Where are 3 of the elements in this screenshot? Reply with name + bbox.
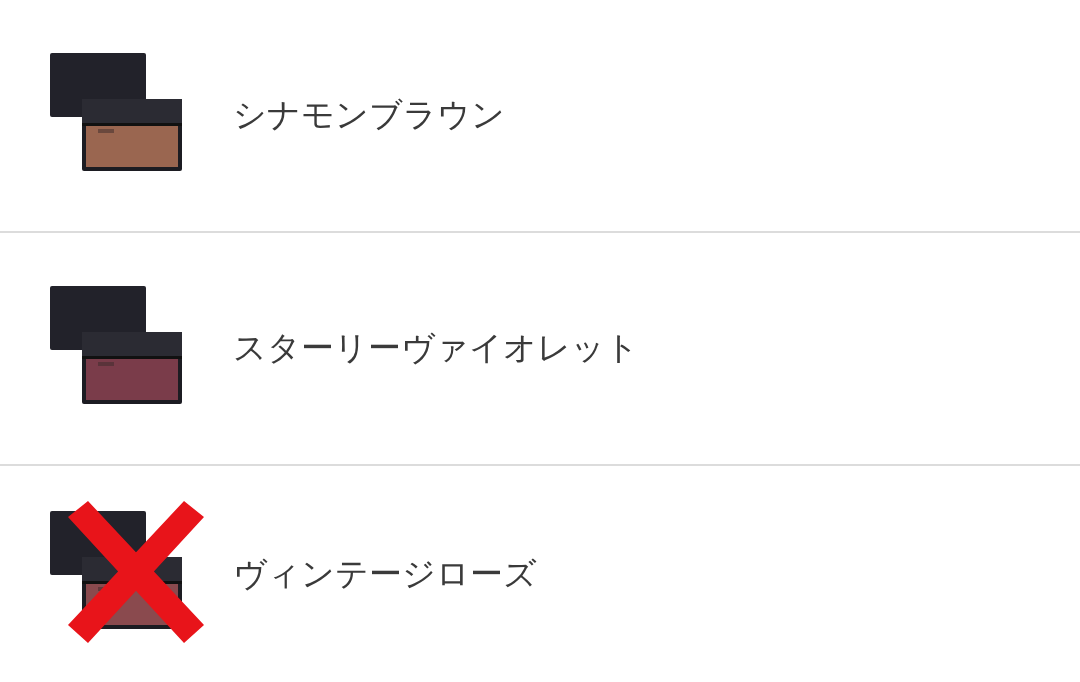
product-name: スターリーヴァイオレット [233, 327, 639, 369]
product-name: ヴィンテージローズ [233, 552, 537, 595]
product-name: シナモンブラウン [233, 94, 505, 136]
